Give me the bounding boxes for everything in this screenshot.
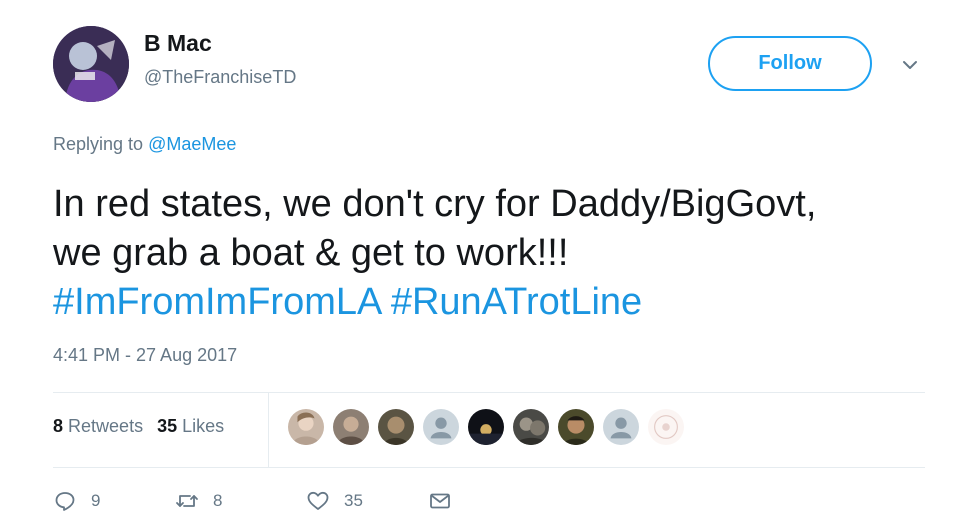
default-avatar-icon bbox=[603, 409, 639, 445]
tweet-text: In red states, we don't cry for Daddy/Bi… bbox=[53, 180, 953, 327]
direct-message-button[interactable] bbox=[428, 486, 466, 516]
engagement-stats: 8 Retweets 35 Likes bbox=[53, 416, 224, 437]
liker-avatar[interactable] bbox=[467, 408, 505, 446]
profile-photo-icon bbox=[513, 409, 549, 445]
stats-divider bbox=[268, 392, 269, 467]
profile-photo-icon bbox=[333, 409, 369, 445]
tweet-line-1: In red states, we don't cry for Daddy/Bi… bbox=[53, 183, 817, 225]
liker-avatar[interactable] bbox=[422, 408, 460, 446]
reply-context-prefix: Replying to bbox=[53, 134, 144, 154]
heart-icon bbox=[307, 491, 329, 510]
profile-photo-icon bbox=[53, 26, 129, 102]
profile-photo-icon bbox=[558, 409, 594, 445]
reply-icon bbox=[55, 492, 75, 511]
liker-avatar[interactable] bbox=[512, 408, 550, 446]
profile-photo-icon bbox=[648, 409, 684, 445]
author-avatar[interactable] bbox=[53, 26, 129, 102]
follow-button[interactable]: Follow bbox=[708, 36, 872, 91]
liker-avatar[interactable] bbox=[647, 408, 685, 446]
divider bbox=[53, 467, 925, 468]
profile-photo-icon bbox=[468, 409, 504, 445]
like-button[interactable]: 35 bbox=[306, 486, 363, 516]
author-handle[interactable]: @TheFranchiseTD bbox=[144, 67, 296, 88]
like-count: 35 bbox=[344, 491, 363, 510]
likes-label: Likes bbox=[182, 416, 225, 436]
divider bbox=[53, 392, 925, 393]
retweets-stat[interactable]: 8 Retweets bbox=[53, 416, 143, 436]
envelope-icon bbox=[430, 493, 450, 509]
tweet-hashtags: #ImFromImFromLA #RunATrotLine bbox=[53, 278, 953, 327]
retweet-button[interactable]: 8 bbox=[175, 486, 222, 516]
profile-photo-icon bbox=[378, 409, 414, 445]
likes-count: 35 bbox=[157, 416, 178, 436]
retweets-label: Retweets bbox=[68, 416, 144, 436]
tweet-line-2: we grab a boat & get to work!!! bbox=[53, 232, 569, 274]
profile-photo-icon bbox=[288, 409, 324, 445]
liker-avatar[interactable] bbox=[557, 408, 595, 446]
reply-count: 9 bbox=[91, 491, 101, 510]
chevron-down-icon[interactable] bbox=[898, 53, 922, 77]
retweets-count: 8 bbox=[53, 416, 64, 436]
liker-avatar[interactable] bbox=[377, 408, 415, 446]
hashtag-link[interactable]: #RunATrotLine bbox=[391, 281, 642, 323]
liker-avatar[interactable] bbox=[602, 408, 640, 446]
reply-button[interactable]: 9 bbox=[53, 486, 100, 516]
likers-avatars bbox=[287, 408, 692, 446]
reply-context: Replying to @MaeMee bbox=[53, 134, 236, 155]
retweet-icon bbox=[176, 495, 198, 507]
liker-avatar[interactable] bbox=[332, 408, 370, 446]
reply-mention-link[interactable]: @MaeMee bbox=[148, 134, 236, 154]
author-display-name[interactable]: B Mac bbox=[144, 30, 212, 57]
tweet-timestamp[interactable]: 4:41 PM - 27 Aug 2017 bbox=[53, 345, 237, 366]
hashtag-link[interactable]: #ImFromImFromLA bbox=[53, 281, 380, 323]
retweet-count: 8 bbox=[213, 491, 223, 510]
likes-stat[interactable]: 35 Likes bbox=[157, 416, 224, 436]
liker-avatar[interactable] bbox=[287, 408, 325, 446]
default-avatar-icon bbox=[423, 409, 459, 445]
